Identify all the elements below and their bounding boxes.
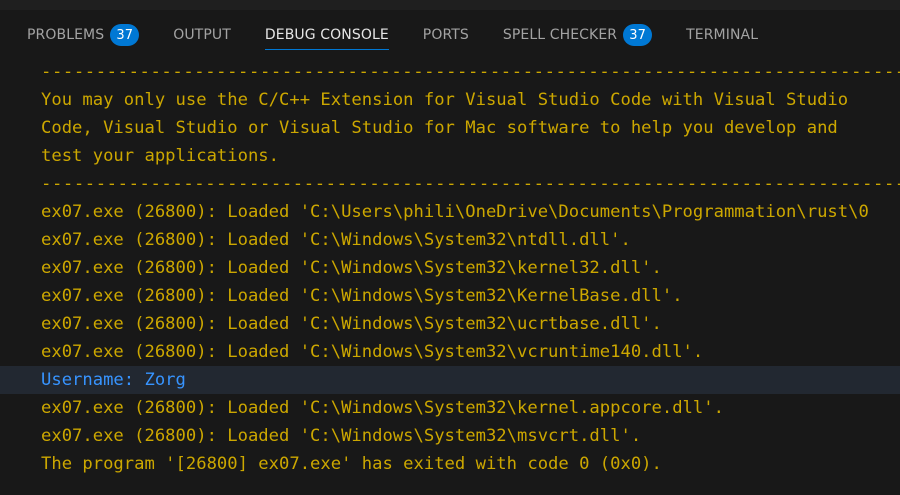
console-line: The program '[26800] ex07.exe' has exite… bbox=[41, 454, 662, 474]
problems-count-badge: 37 bbox=[110, 24, 140, 46]
console-line: ex07.exe (26800): Loaded 'C:\Windows\Sys… bbox=[41, 314, 662, 334]
console-line: Code, Visual Studio or Visual Studio for… bbox=[41, 118, 838, 138]
separator-line: ----------------------------------------… bbox=[41, 174, 900, 194]
panel-top-border bbox=[0, 0, 900, 10]
tab-spell-checker[interactable]: SPELL CHECKER 37 bbox=[502, 10, 653, 60]
tab-ports[interactable]: PORTS bbox=[423, 10, 469, 60]
tab-terminal-label: TERMINAL bbox=[686, 27, 759, 43]
console-line: You may only use the C/C++ Extension for… bbox=[41, 90, 849, 110]
tab-output-label: OUTPUT bbox=[173, 27, 231, 43]
console-line: ex07.exe (26800): Loaded 'C:\Windows\Sys… bbox=[41, 258, 662, 278]
debug-console-output[interactable]: ----------------------------------------… bbox=[0, 58, 900, 495]
console-line: ex07.exe (26800): Loaded 'C:\Windows\Sys… bbox=[41, 342, 704, 362]
panel-tab-bar: PROBLEMS 37 OUTPUT DEBUG CONSOLE PORTS S… bbox=[0, 10, 900, 60]
tab-ports-label: PORTS bbox=[422, 27, 469, 43]
console-line: test your applications. bbox=[41, 146, 279, 166]
spell-checker-count-badge: 37 bbox=[623, 24, 653, 46]
tab-problems[interactable]: PROBLEMS 37 bbox=[27, 10, 140, 60]
tab-debug-console[interactable]: DEBUG CONSOLE bbox=[264, 10, 389, 60]
separator-line: ----------------------------------------… bbox=[41, 62, 900, 82]
console-line: ex07.exe (26800): Loaded 'C:\Windows\Sys… bbox=[41, 286, 683, 306]
console-line: ex07.exe (26800): Loaded 'C:\Windows\Sys… bbox=[41, 426, 642, 446]
tab-output[interactable]: OUTPUT bbox=[173, 10, 231, 60]
tab-spell-checker-label: SPELL CHECKER bbox=[502, 27, 618, 43]
tab-problems-label: PROBLEMS bbox=[27, 27, 105, 43]
console-line: ex07.exe (26800): Loaded 'C:\Users\phili… bbox=[41, 202, 869, 222]
console-line: ex07.exe (26800): Loaded 'C:\Windows\Sys… bbox=[41, 230, 631, 250]
user-input-line: Username: Zorg bbox=[0, 366, 900, 394]
debug-console-panel: PROBLEMS 37 OUTPUT DEBUG CONSOLE PORTS S… bbox=[0, 0, 900, 495]
tab-debug-console-label: DEBUG CONSOLE bbox=[264, 27, 389, 43]
console-line: ex07.exe (26800): Loaded 'C:\Windows\Sys… bbox=[41, 398, 724, 418]
tab-terminal[interactable]: TERMINAL bbox=[686, 10, 758, 60]
